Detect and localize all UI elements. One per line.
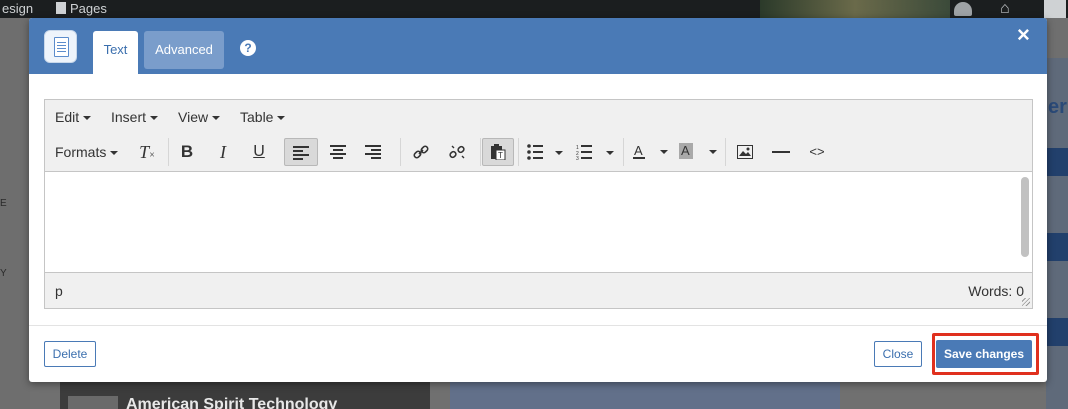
paste-as-text-icon[interactable]: T	[482, 138, 514, 166]
resize-handle-icon[interactable]	[1022, 298, 1030, 306]
editor-toolbar: Formats T× B I U T 1 2 3 A A <>	[45, 134, 1032, 172]
editor-content-area[interactable]	[45, 173, 1032, 272]
bg-nav-pages-label: Pages	[70, 1, 107, 16]
tab-advanced[interactable]: Advanced	[144, 31, 224, 69]
background-left-panel: E Y	[0, 18, 30, 409]
formats-label: Formats	[55, 144, 107, 160]
bold-icon[interactable]: B	[175, 138, 199, 166]
bg-card-thumbnail	[68, 396, 118, 409]
svg-text:A: A	[681, 143, 690, 158]
background-right-panel: er	[1046, 18, 1068, 409]
bg-block	[1046, 18, 1068, 58]
background-bottom-area: American Spirit Technology	[30, 382, 1046, 409]
editor-statusbar: p Words: 0	[45, 272, 1032, 308]
tab-text[interactable]: Text	[93, 31, 138, 74]
menu-view[interactable]: View	[178, 109, 221, 125]
scrollbar[interactable]	[1021, 177, 1029, 257]
clear-formatting-icon[interactable]: T×	[135, 138, 159, 166]
align-right-icon[interactable]	[360, 138, 386, 166]
menu-edit[interactable]: Edit	[55, 109, 92, 125]
source-code-icon[interactable]: <>	[805, 138, 829, 166]
bg-nav-design[interactable]: esign	[2, 1, 33, 16]
formats-dropdown[interactable]: Formats	[55, 138, 119, 166]
insert-image-icon[interactable]	[733, 138, 757, 166]
bg-card: American Spirit Technology	[60, 382, 430, 409]
close-icon[interactable]: ×	[1017, 24, 1030, 46]
menu-table[interactable]: Table	[240, 109, 286, 125]
bg-left-label: Y	[0, 268, 7, 279]
avatar[interactable]	[1044, 0, 1066, 18]
background-color-icon[interactable]: A	[679, 138, 719, 166]
bg-block	[1046, 318, 1068, 346]
editor-menubar: Edit Insert View Table	[45, 100, 1032, 134]
delete-button[interactable]: Delete	[44, 341, 96, 367]
bg-left-label: E	[0, 198, 7, 209]
page-icon	[56, 2, 66, 14]
bullet-list-icon[interactable]	[527, 138, 567, 166]
home-icon[interactable]: ⌂	[1000, 0, 1010, 18]
menu-label: Table	[240, 109, 274, 125]
italic-icon[interactable]: I	[211, 138, 235, 166]
menu-label: View	[178, 109, 209, 125]
bg-heading-fragment: er	[1048, 96, 1067, 118]
align-center-icon[interactable]	[325, 138, 351, 166]
bg-card-title: American Spirit Technology	[126, 396, 338, 409]
numbered-list-icon[interactable]: 123	[576, 138, 616, 166]
close-button[interactable]: Close	[874, 341, 922, 367]
link-icon[interactable]	[409, 138, 433, 166]
unlink-icon[interactable]	[445, 138, 469, 166]
svg-text:A: A	[634, 143, 643, 158]
svg-text:T: T	[498, 151, 503, 160]
underline-icon[interactable]: U	[247, 138, 271, 166]
modal-header: Text Advanced ? ×	[29, 18, 1047, 74]
footer-divider	[29, 325, 1047, 326]
svg-text:3: 3	[576, 156, 579, 160]
menu-label: Insert	[111, 109, 147, 125]
bg-block	[1046, 233, 1068, 261]
background-topbar: esign Pages ⌂	[0, 0, 1068, 18]
highlight-box	[932, 333, 1039, 375]
align-left-icon[interactable]	[284, 138, 318, 166]
text-editor-modal: Text Advanced ? × Edit Insert View Table…	[29, 18, 1047, 382]
rich-text-editor: Edit Insert View Table Formats T× B I U	[44, 99, 1033, 309]
dashboard-icon[interactable]	[954, 2, 972, 16]
bg-header-photo	[760, 0, 950, 18]
element-path[interactable]: p	[55, 283, 63, 299]
menu-label: Edit	[55, 109, 80, 125]
help-icon[interactable]: ?	[240, 40, 256, 56]
bg-block	[450, 382, 840, 409]
text-block-icon	[44, 30, 77, 63]
bg-nav-pages[interactable]: Pages	[56, 1, 107, 16]
bg-block	[1046, 148, 1068, 176]
text-color-icon[interactable]: A	[632, 138, 668, 166]
horizontal-rule-icon[interactable]	[769, 138, 793, 166]
menu-insert[interactable]: Insert	[111, 109, 159, 125]
word-count: Words: 0	[968, 283, 1024, 299]
